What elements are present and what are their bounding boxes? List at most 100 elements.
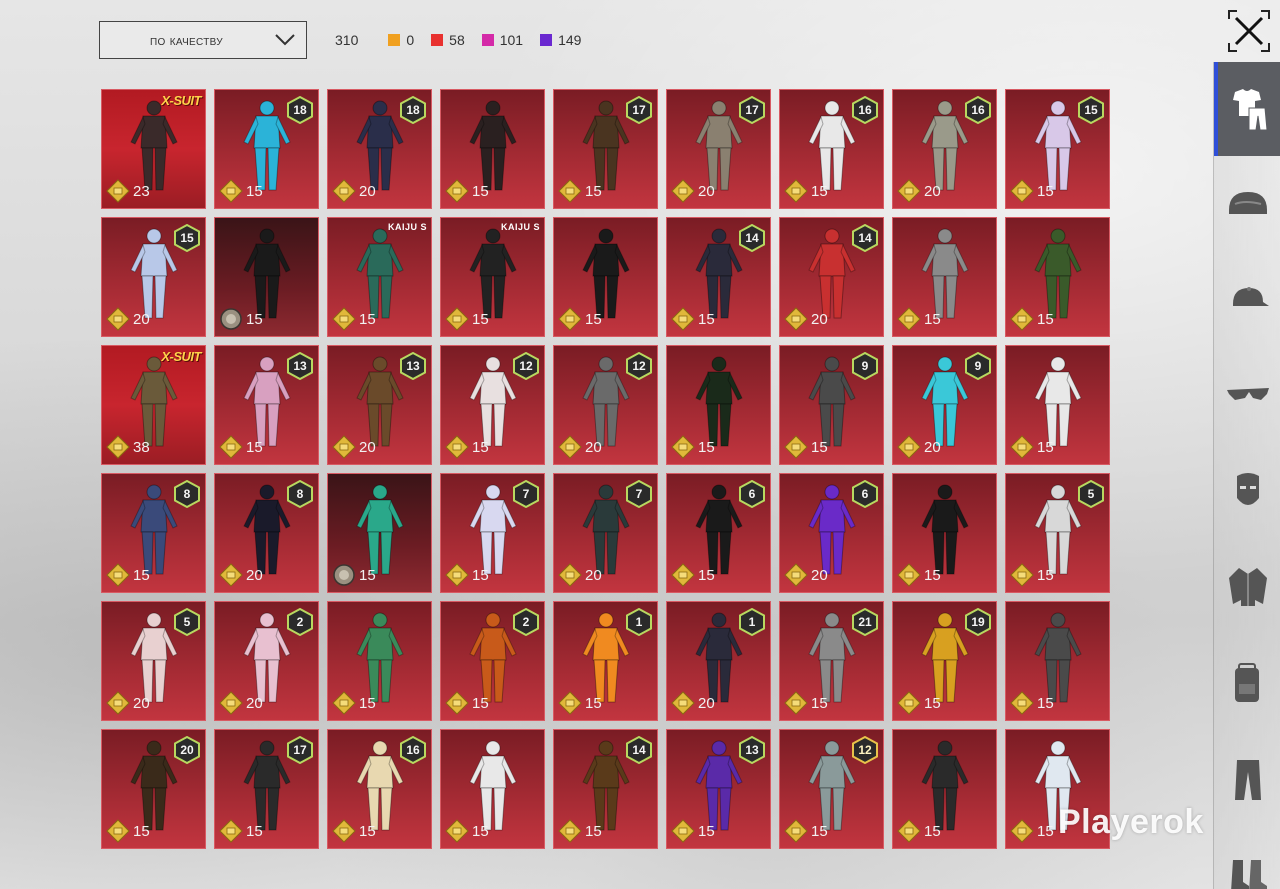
outfit-card[interactable]: 12 20 — [553, 345, 658, 465]
gold-coin-icon — [784, 307, 808, 331]
level-badge: 20 — [174, 736, 200, 764]
outfit-card[interactable]: 15 — [892, 729, 997, 849]
level-value: 18 — [293, 103, 307, 117]
price-value: 20 — [359, 182, 376, 200]
price: 20 — [784, 307, 828, 331]
price: 23 — [106, 179, 150, 203]
sidebar-item-shoes[interactable] — [1214, 828, 1280, 889]
outfit-card[interactable]: 21 15 — [779, 601, 884, 721]
outfit-card[interactable]: 7 15 — [440, 473, 545, 593]
outfit-card[interactable]: 15 — [327, 601, 432, 721]
outfit-card[interactable]: 15 15 — [1005, 89, 1110, 209]
price: 15 — [445, 691, 489, 715]
sidebar-item-jackets[interactable] — [1214, 540, 1280, 634]
outfit-card[interactable]: 5 20 — [101, 601, 206, 721]
outfit-card[interactable]: KAIJU S 15 — [327, 217, 432, 337]
outfit-card[interactable]: 15 — [327, 473, 432, 593]
outfit-card[interactable]: 9 15 — [779, 345, 884, 465]
outfit-card[interactable]: 6 15 — [666, 473, 771, 593]
outfit-card[interactable]: 15 — [1005, 345, 1110, 465]
outfit-card[interactable]: 16 15 — [779, 89, 884, 209]
price: 15 — [332, 563, 376, 587]
outfit-card[interactable]: 17 15 — [214, 729, 319, 849]
sidebar-item-pants[interactable] — [1214, 732, 1280, 826]
outfit-card[interactable]: 15 — [1005, 217, 1110, 337]
outfit-card[interactable]: 18 20 — [327, 89, 432, 209]
price: 20 — [897, 179, 941, 203]
outfit-card[interactable]: 16 15 — [327, 729, 432, 849]
gold-coin-icon — [558, 307, 582, 331]
outfit-card[interactable]: 15 — [666, 345, 771, 465]
outfit-card[interactable]: 16 20 — [892, 89, 997, 209]
outfit-card[interactable]: 15 — [440, 729, 545, 849]
price: 38 — [106, 435, 150, 459]
sidebar-item-masks[interactable] — [1214, 444, 1280, 538]
gold-coin-icon — [445, 307, 469, 331]
outfit-card[interactable]: 15 20 — [101, 217, 206, 337]
outfit-card[interactable]: 8 15 — [101, 473, 206, 593]
outfit-card[interactable]: 15 — [892, 473, 997, 593]
level-badge: 7 — [513, 480, 539, 508]
gold-coin-icon — [671, 819, 695, 843]
outfit-card[interactable]: KAIJU S 15 — [440, 217, 545, 337]
gold-coin-icon — [897, 435, 921, 459]
outfit-card[interactable]: 15 — [553, 217, 658, 337]
outfit-card[interactable]: 2 20 — [214, 601, 319, 721]
price: 15 — [445, 179, 489, 203]
outfit-card[interactable]: 14 20 — [779, 217, 884, 337]
price-value: 15 — [924, 822, 941, 840]
price: 15 — [1010, 179, 1054, 203]
outfit-card[interactable]: X-SUIT 23 — [101, 89, 206, 209]
sort-dropdown[interactable]: по качеству — [99, 21, 307, 59]
outfit-card[interactable]: 13 15 — [666, 729, 771, 849]
outfit-card[interactable]: 12 15 — [440, 345, 545, 465]
outfit-card[interactable]: 13 15 — [214, 345, 319, 465]
outfit-card[interactable]: X-SUIT 38 — [101, 345, 206, 465]
price-value: 15 — [359, 566, 376, 584]
level-badge: 13 — [287, 352, 313, 380]
price-value: 15 — [698, 566, 715, 584]
outfit-card[interactable]: 18 15 — [214, 89, 319, 209]
backpack-icon — [1234, 663, 1259, 702]
outfit-card[interactable]: 1 15 — [553, 601, 658, 721]
price: 15 — [671, 563, 715, 587]
outfit-card[interactable]: 7 20 — [553, 473, 658, 593]
outfit-card[interactable]: 19 15 — [892, 601, 997, 721]
sidebar-item-outfits[interactable] — [1214, 62, 1280, 156]
close-button[interactable] — [1227, 9, 1271, 53]
outfit-card[interactable]: 2 15 — [440, 601, 545, 721]
outfit-card[interactable]: 17 20 — [666, 89, 771, 209]
price: 20 — [219, 691, 263, 715]
price-value: 20 — [133, 694, 150, 712]
outfit-card[interactable]: 15 — [892, 217, 997, 337]
sidebar-item-hats[interactable] — [1214, 252, 1280, 346]
outfit-card[interactable]: 15 — [1005, 601, 1110, 721]
outfit-card[interactable]: 17 15 — [553, 89, 658, 209]
rarity-swatch-icon — [481, 34, 494, 46]
price-value: 20 — [811, 566, 828, 584]
outfit-card[interactable]: 14 15 — [666, 217, 771, 337]
outfit-card[interactable]: 13 20 — [327, 345, 432, 465]
outfit-card[interactable]: 12 15 — [779, 729, 884, 849]
outfit-card[interactable]: 20 15 — [101, 729, 206, 849]
sidebar-item-eyewear[interactable] — [1214, 348, 1280, 442]
level-badge: 8 — [174, 480, 200, 508]
rarity-counts: 310 0 58 101 149 — [335, 31, 598, 49]
level-badge: 8 — [287, 480, 313, 508]
sidebar-item-helmets[interactable] — [1214, 158, 1280, 252]
outfit-card[interactable]: 1 20 — [666, 601, 771, 721]
outfit-card[interactable]: 6 20 — [779, 473, 884, 593]
level-badge: 1 — [626, 608, 652, 636]
outfit-card[interactable]: 9 20 — [892, 345, 997, 465]
outfit-card[interactable]: 8 20 — [214, 473, 319, 593]
outfit-card[interactable]: 5 15 — [1005, 473, 1110, 593]
outfit-card[interactable]: 15 — [440, 89, 545, 209]
close-icon — [1228, 10, 1270, 52]
level-badge: 21 — [852, 608, 878, 636]
gold-coin-icon — [784, 179, 808, 203]
price-value: 15 — [1037, 694, 1054, 712]
price: 15 — [671, 307, 715, 331]
sidebar-item-backpacks[interactable] — [1214, 636, 1280, 730]
outfit-card[interactable]: 14 15 — [553, 729, 658, 849]
outfit-card[interactable]: 15 — [214, 217, 319, 337]
